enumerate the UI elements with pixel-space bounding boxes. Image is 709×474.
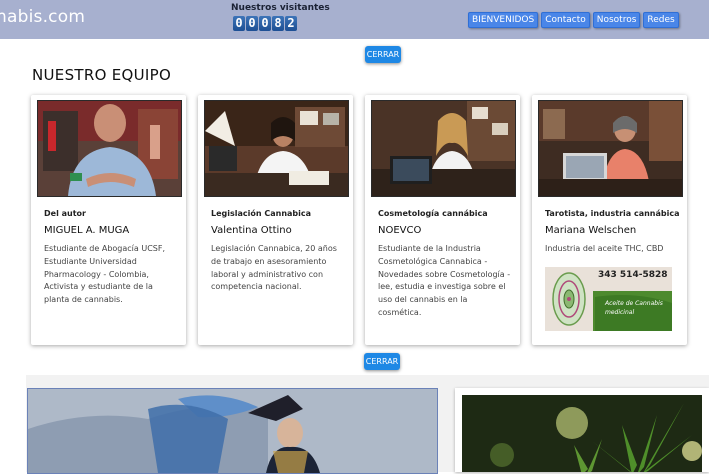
team-member-photo bbox=[538, 100, 683, 197]
team-member-name: NOEVCO bbox=[378, 225, 422, 236]
counter-digit: 0 bbox=[233, 16, 245, 31]
team-member-description: Legislación Cannabica, 20 años de trabaj… bbox=[211, 244, 337, 292]
close-button-bottom[interactable]: CERRAR bbox=[364, 353, 400, 370]
team-member-photo bbox=[37, 100, 182, 197]
nav-item-redes[interactable]: Redes bbox=[643, 12, 679, 28]
site-title[interactable]: nabis.com bbox=[0, 7, 85, 27]
cannabis-image-card bbox=[455, 388, 709, 472]
team-member-name: MIGUEL A. MUGA bbox=[44, 225, 130, 236]
counter-digit: 2 bbox=[285, 16, 297, 31]
team-member-description: Industria del aceite THC, CBD bbox=[545, 244, 664, 253]
nav-item-contacto[interactable]: Contacto bbox=[541, 12, 590, 28]
team-member-role: Tarotista, industria cannábica bbox=[545, 209, 680, 218]
team-card: Legislación Cannabica Valentina Ottino L… bbox=[198, 95, 353, 345]
historical-painting-image bbox=[27, 388, 438, 474]
visitor-counter-digits: 0 0 0 8 2 bbox=[233, 16, 311, 31]
counter-digit: 0 bbox=[259, 16, 271, 31]
ad-text: Aceite de Cannabis medicinal bbox=[605, 300, 663, 316]
close-button-top[interactable]: CERRAR bbox=[365, 46, 401, 63]
team-member-role: Cosmetología cannábica bbox=[378, 209, 488, 218]
main-nav: BIENVENIDOS Contacto Nosotros Redes bbox=[468, 12, 679, 28]
team-member-name: Mariana Welschen bbox=[545, 225, 637, 236]
counter-digit: 0 bbox=[246, 16, 258, 31]
team-member-description: Estudiante de la Industria Cosmetológica… bbox=[378, 244, 511, 317]
top-bar: nabis.com Nuestros visitantes 0 0 0 8 2 … bbox=[0, 0, 709, 39]
mandala-icon bbox=[552, 272, 586, 326]
team-member-role: Legislación Cannabica bbox=[211, 209, 312, 218]
team-member-role: Del autor bbox=[44, 209, 86, 218]
visitor-counter: Nuestros visitantes 0 0 0 8 2 bbox=[231, 3, 330, 31]
nav-item-nosotros[interactable]: Nosotros bbox=[592, 12, 641, 28]
nav-item-bienvenidos[interactable]: BIENVENIDOS bbox=[468, 12, 539, 28]
visitor-counter-label: Nuestros visitantes bbox=[231, 3, 330, 13]
team-member-description: Estudiante de Abogacía UCSF, Estudiante … bbox=[44, 244, 166, 305]
team-card: Cosmetología cannábica NOEVCO Estudiante… bbox=[365, 95, 520, 345]
team-card: Del autor MIGUEL A. MUGA Estudiante de A… bbox=[31, 95, 186, 345]
team-member-photo bbox=[204, 100, 349, 197]
team-card: Tarotista, industria cannábica Mariana W… bbox=[532, 95, 687, 345]
cannabis-oil-ad[interactable]: 343 514-5828 Aceite de Cannabis medicina… bbox=[545, 267, 672, 331]
team-member-photo bbox=[371, 100, 516, 197]
counter-digit: 8 bbox=[272, 16, 284, 31]
team-section-title: NUESTRO EQUIPO bbox=[32, 66, 172, 84]
ad-phone: 343 514-5828 bbox=[598, 270, 668, 280]
team-member-name: Valentina Ottino bbox=[211, 225, 292, 236]
